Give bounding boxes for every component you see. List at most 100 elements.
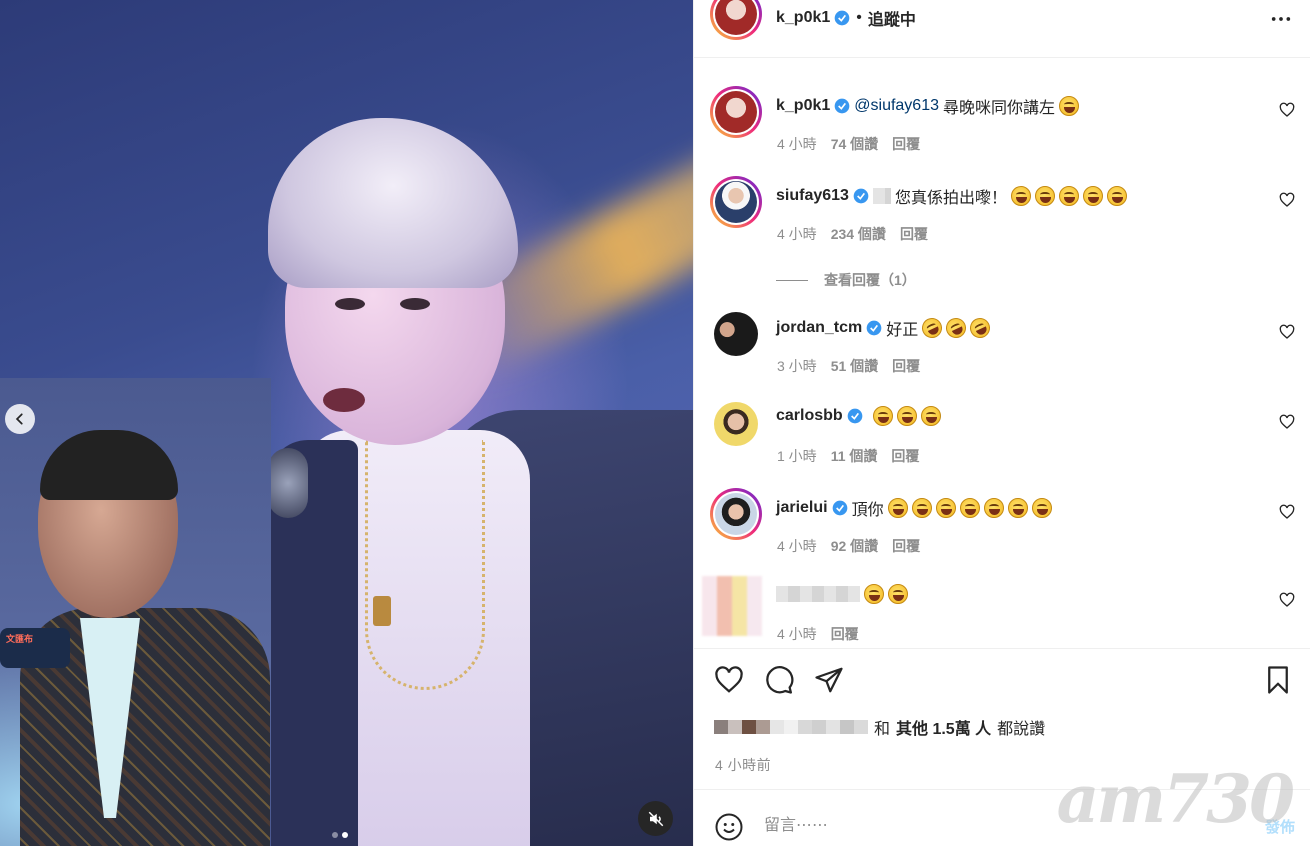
redacted-avatar[interactable] xyxy=(702,576,762,636)
like-comment-heart-icon[interactable] xyxy=(1279,324,1295,340)
paper-plane-icon xyxy=(815,667,843,693)
comment-time[interactable]: 4 小時 xyxy=(777,624,817,644)
comment-item: 4 小時 回覆 xyxy=(702,576,1295,648)
redacted-username xyxy=(776,586,860,602)
post-header: k_p0k1 • 追蹤中 xyxy=(694,0,1310,58)
more-options-icon[interactable] xyxy=(1270,10,1292,28)
post-side-panel: k_p0k1 • 追蹤中 k_p0k1 @siufay613 尋晚咪同你講左 4… xyxy=(693,0,1310,846)
comment-item: jordan_tcm 好正 3 小時 51 個讚 回覆 xyxy=(710,308,1295,388)
reply-button[interactable]: 回覆 xyxy=(900,224,928,244)
view-replies-button[interactable]: 查看回覆（1） xyxy=(776,270,916,290)
necklace-pendant xyxy=(373,596,391,626)
comment-button[interactable] xyxy=(762,663,796,697)
verified-badge-icon xyxy=(847,408,863,424)
comment-item: carlosbb 1 小時 11 個讚 回覆 xyxy=(710,398,1295,478)
following-button[interactable]: 追蹤中 xyxy=(868,6,916,30)
tears-of-joy-emoji xyxy=(911,498,932,518)
carousel-prev-button[interactable] xyxy=(5,404,35,434)
tears-of-joy-emoji xyxy=(872,406,893,426)
instagram-post-view: 文匯布 k_p0k1 • 追蹤中 k_p0k1 @siufay613 尋晚咪同你… xyxy=(0,0,1310,846)
save-button[interactable] xyxy=(1261,663,1295,697)
header-separator: • xyxy=(856,9,862,26)
comment-item: siufay613 您真係拍出嚟！ 4 小時 234 個讚 回覆 xyxy=(710,176,1295,256)
like-button[interactable] xyxy=(712,663,746,697)
comment-likes[interactable]: 234 個讚 xyxy=(831,224,886,244)
comment-time[interactable]: 4 小時 xyxy=(777,224,817,244)
likes-summary[interactable]: 和 其他 1.5萬 人 都說讚 xyxy=(714,715,1045,739)
comment-avatar[interactable] xyxy=(710,176,762,228)
comment-body: jordan_tcm 好正 xyxy=(776,314,994,342)
comment-meta: 3 小時 51 個讚 回覆 xyxy=(777,356,920,376)
carousel-dot xyxy=(332,832,338,838)
rofl-emoji xyxy=(918,314,946,342)
verified-badge-icon xyxy=(834,10,850,26)
share-button[interactable] xyxy=(812,663,846,697)
necklace xyxy=(365,440,485,690)
reply-button[interactable]: 回覆 xyxy=(892,356,920,376)
eye-right xyxy=(400,298,430,310)
like-comment-heart-icon[interactable] xyxy=(1279,504,1295,520)
tears-of-joy-emoji xyxy=(896,406,917,426)
comment-avatar[interactable] xyxy=(710,398,762,450)
like-comment-heart-icon[interactable] xyxy=(1279,192,1295,208)
comment-meta: 4 小時 回覆 xyxy=(777,624,859,644)
author-avatar[interactable] xyxy=(710,0,762,40)
reply-button[interactable]: 回覆 xyxy=(831,624,859,644)
comment-body xyxy=(776,584,912,604)
comment-likes[interactable]: 74 個讚 xyxy=(831,134,878,154)
comment-time[interactable]: 1 小時 xyxy=(777,446,817,466)
like-comment-heart-icon[interactable] xyxy=(1279,592,1295,608)
view-replies-label: 查看回覆（1） xyxy=(824,272,916,288)
comment-avatar[interactable] xyxy=(710,488,762,540)
comment-username[interactable]: jarielui xyxy=(776,499,828,517)
comment-likes[interactable]: 11 個讚 xyxy=(831,446,878,466)
comment-username[interactable]: jordan_tcm xyxy=(776,319,862,337)
comment-time[interactable]: 4 小時 xyxy=(777,536,817,556)
post-media[interactable]: 文匯布 xyxy=(0,0,693,846)
like-comment-heart-icon[interactable] xyxy=(1279,414,1295,430)
speaker-muted-icon xyxy=(648,811,663,826)
comment-emojis xyxy=(1010,186,1131,206)
microphone xyxy=(268,448,308,518)
mute-button[interactable] xyxy=(638,801,673,836)
comment-likes[interactable]: 51 個讚 xyxy=(831,356,878,376)
redacted-text xyxy=(872,188,891,204)
tears-of-joy-emoji xyxy=(887,498,908,518)
comment-username[interactable]: siufay613 xyxy=(776,187,849,205)
emoji-picker-icon[interactable] xyxy=(714,812,744,842)
comment-text: 好正 xyxy=(886,322,919,339)
post-timestamp[interactable]: 4 小時前 xyxy=(715,755,771,775)
comment-username[interactable]: carlosbb xyxy=(776,407,843,425)
comment-item: k_p0k1 @siufay613 尋晚咪同你講左 4 小時 74 個讚 回覆 xyxy=(710,86,1295,166)
comment-emojis xyxy=(864,584,912,604)
reply-button[interactable]: 回覆 xyxy=(891,446,919,466)
likes-others[interactable]: 其他 1.5萬 人 xyxy=(896,715,991,739)
tears-of-joy-emoji xyxy=(1082,186,1103,206)
comment-emojis xyxy=(918,314,994,342)
tears-of-joy-emoji xyxy=(864,584,884,604)
reply-button[interactable]: 回覆 xyxy=(892,134,920,154)
comment-time[interactable]: 3 小時 xyxy=(777,356,817,376)
comment-mention[interactable]: @siufay613 xyxy=(854,97,939,115)
tears-of-joy-emoji xyxy=(1007,498,1028,518)
watermark-logo: am730 xyxy=(1056,760,1295,838)
comment-likes[interactable]: 92 個讚 xyxy=(831,536,878,556)
comment-meta: 1 小時 11 個讚 回覆 xyxy=(777,446,919,466)
author-username[interactable]: k_p0k1 xyxy=(776,9,830,27)
comment-avatar[interactable] xyxy=(710,86,762,138)
comment-item: jarielui 頂你 4 小時 92 個讚 回覆 xyxy=(710,488,1295,568)
host-hair xyxy=(40,430,178,500)
like-comment-heart-icon[interactable] xyxy=(1279,102,1295,118)
reply-button[interactable]: 回覆 xyxy=(892,536,920,556)
comment-username[interactable]: k_p0k1 xyxy=(776,97,830,115)
mouth xyxy=(323,388,365,412)
tears-of-joy-emoji xyxy=(983,498,1004,518)
comment-text: 頂你 xyxy=(851,502,884,519)
comment-avatar[interactable] xyxy=(710,308,762,360)
comment-emojis xyxy=(887,498,1056,518)
comment-body: siufay613 您真係拍出嚟！ xyxy=(776,184,1131,208)
tears-of-joy-emoji xyxy=(1034,186,1055,206)
eye-left xyxy=(335,298,365,310)
comments-list[interactable]: k_p0k1 @siufay613 尋晚咪同你講左 4 小時 74 個讚 回覆 xyxy=(694,58,1310,648)
comment-time[interactable]: 4 小時 xyxy=(777,134,817,154)
